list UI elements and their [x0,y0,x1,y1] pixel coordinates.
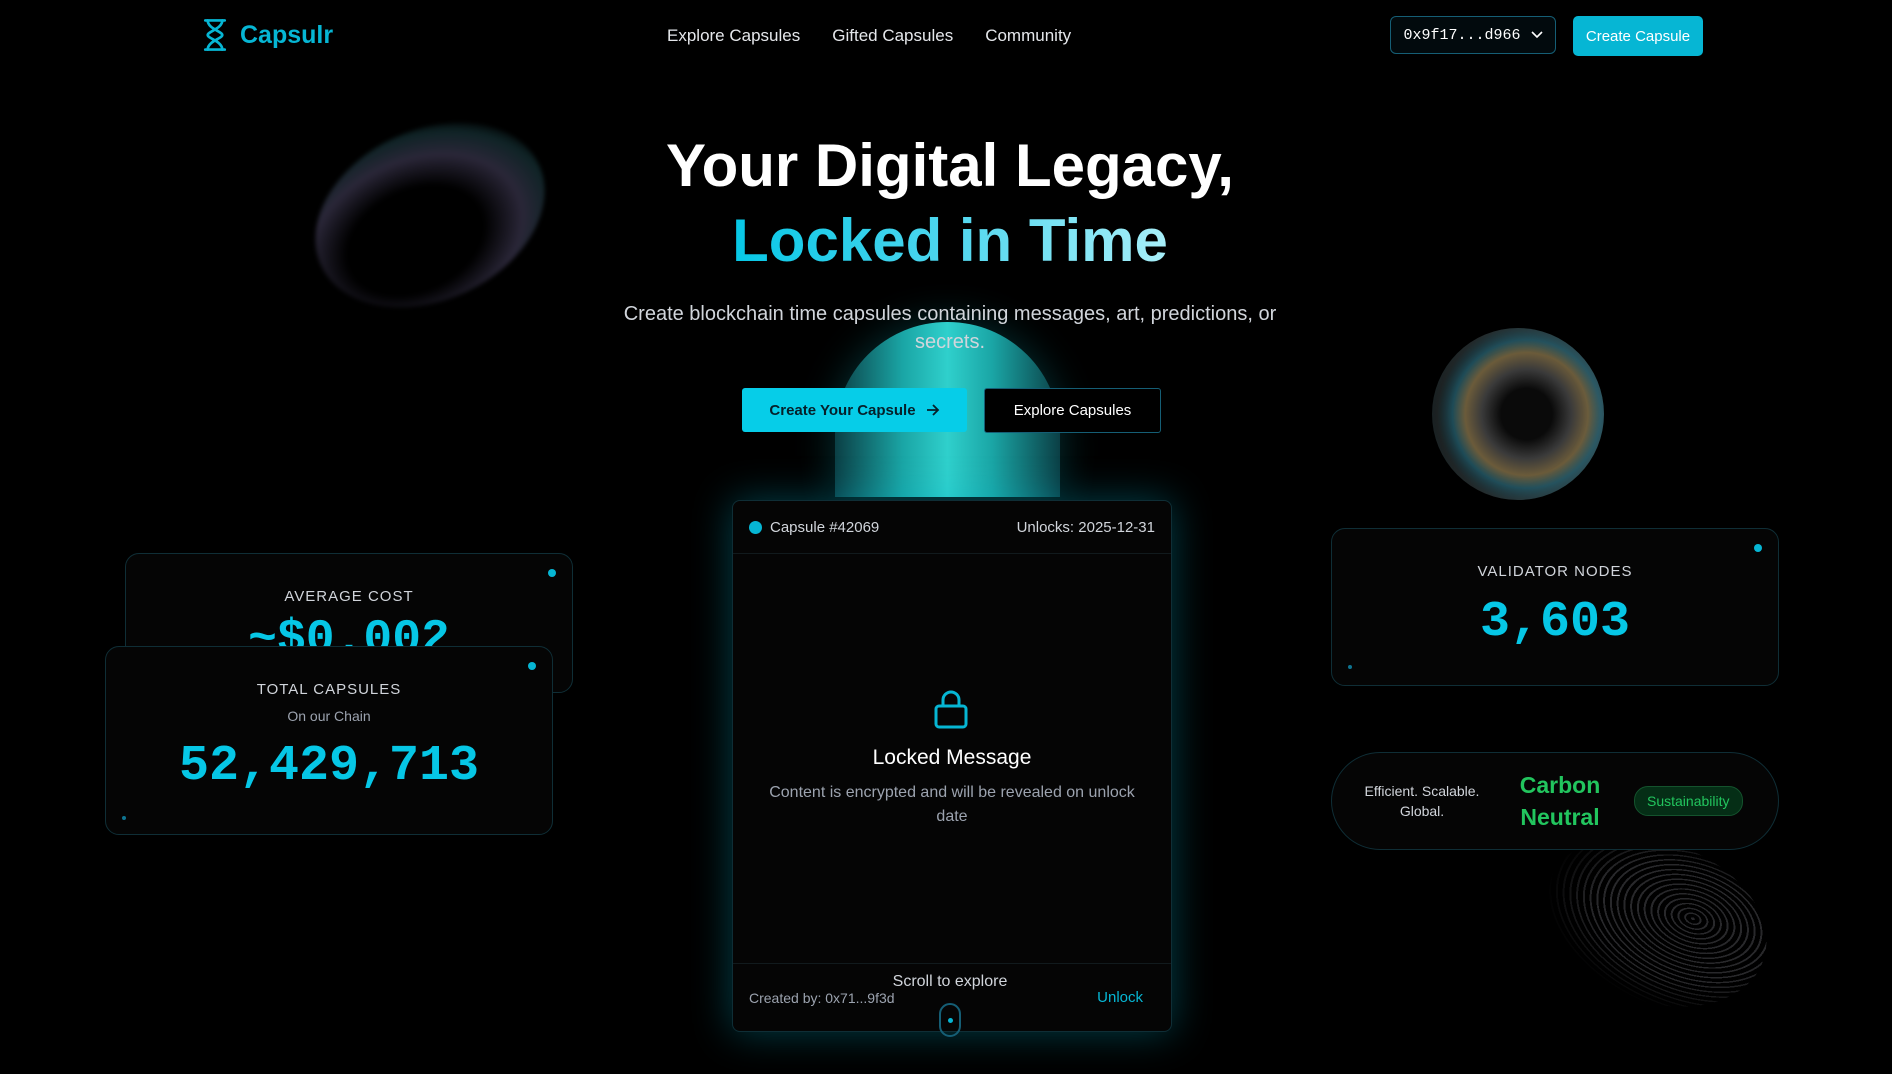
card-dot-small-icon [1348,665,1352,669]
capsule-header: Capsule #42069 Unlocks: 2025-12-31 [733,501,1171,554]
hero-subtitle: Create blockchain time capsules containi… [623,303,1277,353]
sustainability-badge: Sustainability [1634,786,1743,816]
create-your-capsule-label: Create Your Capsule [769,401,916,419]
hero-title: Your Digital Legacy, Locked in Time [0,128,1892,278]
nav-item-community[interactable]: Community [985,26,1071,46]
status-dot-icon [749,520,762,534]
lock-icon [934,690,968,729]
scroll-hint: Scroll to explore [892,973,1008,990]
validator-nodes-label: VALIDATOR NODES [1477,563,1633,580]
total-capsules-sublabel: On our Chain [287,708,371,724]
validator-nodes-card: VALIDATOR NODES 3,603 [1331,528,1779,686]
total-capsules-value: 52,429,713 [178,738,480,795]
explore-capsules-button[interactable]: Explore Capsules [984,388,1161,433]
capsule-title: Locked Message [872,746,1032,769]
capsule-card: Capsule #42069 Unlocks: 2025-12-31 Locke… [732,500,1172,1032]
main-nav: Explore Capsules Gifted Capsules Communi… [667,26,1071,46]
create-capsule-button[interactable]: Create Capsule [1573,16,1703,56]
carbon-neutral-headline: Carbon Neutral [1519,772,1601,830]
card-dot-icon [528,662,536,670]
wallet-button[interactable]: 0x9f17...d966 [1390,16,1556,54]
capsule-creator: Created by: 0x71...9f3d [749,989,895,1006]
total-capsules-label: TOTAL CAPSULES [256,681,402,698]
card-dot-icon [1754,544,1762,552]
brand-logo[interactable]: Capsulr [200,18,333,52]
card-dot-small-icon [122,816,126,820]
capsule-description: Content is encrypted and will be reveale… [769,784,1135,825]
sustainability-tagline: Efficient. Scalable. Global. [1364,783,1480,819]
capsule-unlock-date: Unlocks: 2025-12-31 [1016,518,1155,536]
sustainability-card: Efficient. Scalable. Global. Carbon Neut… [1331,752,1779,850]
wallet-address: 0x9f17...d966 [1403,26,1521,44]
hero-title-line1: Your Digital Legacy, [666,132,1234,199]
validator-nodes-value: 3,603 [1479,594,1631,651]
nav-item-explore[interactable]: Explore Capsules [667,26,800,46]
hourglass-icon [203,19,227,51]
total-capsules-card: TOTAL CAPSULES On our Chain 52,429,713 [105,646,553,835]
arrow-right-icon [926,404,939,416]
card-dot-icon [548,569,556,577]
brand-name: Capsulr [240,20,334,49]
nav-item-gifted[interactable]: Gifted Capsules [832,26,953,46]
hero-title-line2: Locked in Time [732,207,1168,274]
decorative-orb-shape [1432,328,1604,500]
average-cost-label: AVERAGE COST [284,588,414,605]
scroll-indicator-icon[interactable] [939,1003,961,1037]
unlock-button[interactable]: Unlock [1097,989,1143,1006]
create-your-capsule-button[interactable]: Create Your Capsule [742,388,967,432]
capsule-id: Capsule #42069 [770,518,880,536]
chevron-down-icon [1530,31,1543,39]
